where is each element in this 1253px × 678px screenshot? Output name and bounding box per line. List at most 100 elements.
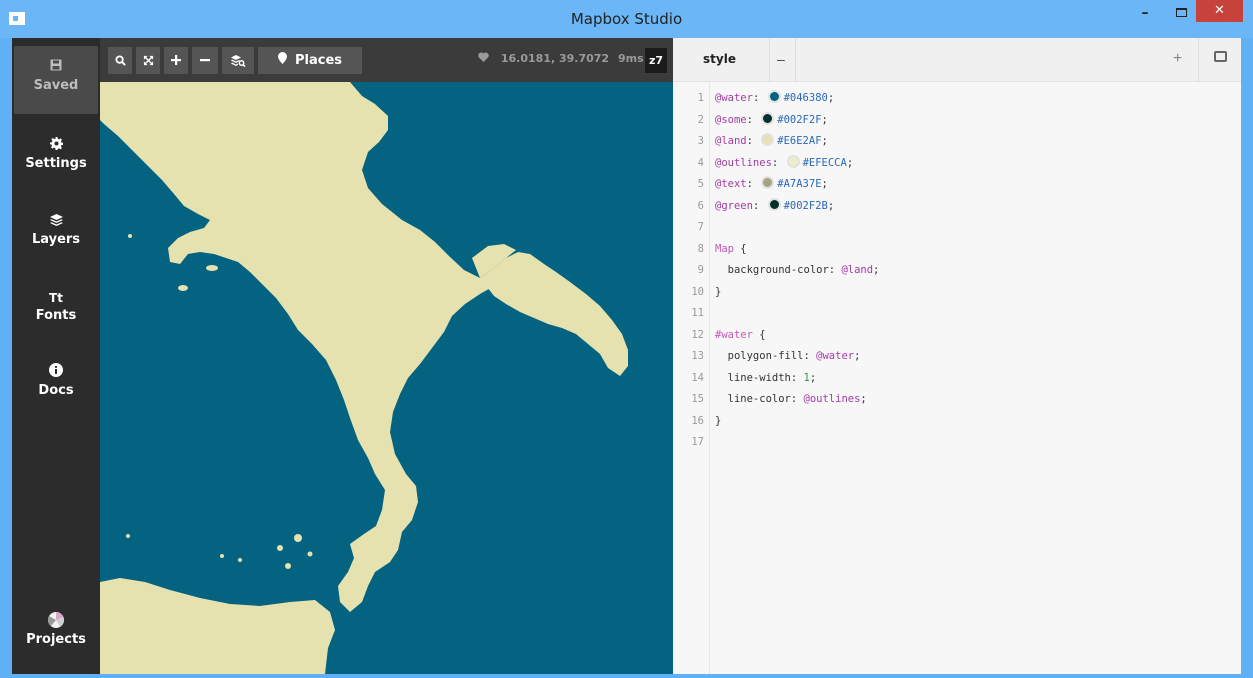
island-ustica — [126, 534, 130, 538]
color-swatch-icon[interactable] — [761, 133, 775, 146]
tab-close-button[interactable]: – — [777, 51, 785, 67]
code-token: } — [715, 414, 722, 427]
code-line[interactable]: 12 #water { — [673, 325, 1241, 347]
sidebar: Saved Settings Layers Tt Fonts Docs Proj… — [12, 38, 100, 674]
line-text: @text: #A7A37E; — [715, 174, 828, 196]
places-button[interactable]: Places — [258, 47, 362, 74]
sidebar-item-label: Saved — [33, 78, 79, 93]
tab-style[interactable]: style — [703, 52, 736, 66]
code-token: ; — [854, 350, 861, 362]
sidebar-item-label: Fonts — [35, 308, 77, 323]
code-line[interactable]: 8 Map { — [673, 239, 1241, 261]
window-border — [0, 674, 1253, 678]
code-token: #EFECCA — [802, 156, 847, 169]
code-token: polygon-fill: — [715, 350, 817, 362]
code-token: background-color: — [715, 264, 842, 276]
line-text: @some: #002F2F; — [715, 110, 828, 132]
search-button[interactable] — [108, 47, 132, 74]
screenshot-icon[interactable] — [1214, 51, 1227, 62]
close-button[interactable]: ✕ — [1196, 0, 1243, 22]
code-line[interactable]: 6 @green: #002F2B; — [673, 196, 1241, 218]
sidebar-item-projects[interactable]: Projects — [14, 600, 98, 672]
map-toolbar: Places 16.0181, 39.7072 9ms z7 — [100, 38, 673, 82]
island-aeolian-2 — [277, 545, 283, 551]
minimize-button[interactable]: – — [1130, 0, 1160, 30]
code-line[interactable]: 14 line-width: 1; — [673, 368, 1241, 390]
code-line[interactable]: 2 @some: #002F2F; — [673, 110, 1241, 132]
tab-divider — [1198, 38, 1199, 82]
code-line[interactable]: 5 @text: #A7A37E; — [673, 174, 1241, 196]
heart-icon[interactable] — [478, 52, 493, 65]
line-text: @outlines: #EFECCA; — [715, 153, 853, 175]
zoom-out-button[interactable] — [192, 47, 218, 74]
color-swatch-icon[interactable] — [767, 197, 781, 211]
line-number: 12 — [691, 328, 704, 341]
line-number: 2 — [697, 113, 704, 126]
sidebar-item-settings[interactable]: Settings — [14, 124, 98, 196]
code-line[interactable]: 3 @land: #E6E2AF; — [673, 131, 1241, 153]
code-token: ; — [821, 135, 828, 147]
code-token: #002F2F — [777, 113, 822, 126]
code-token: : — [752, 199, 766, 212]
map-view[interactable]: Places 16.0181, 39.7072 9ms z7 — [100, 38, 673, 674]
zoom-in-button[interactable] — [164, 47, 188, 74]
code-editor: style – + 1 @water: #046380; 2 @some: #002F… — [673, 38, 1241, 674]
sidebar-item-docs[interactable]: Docs — [14, 351, 98, 423]
island-capri — [178, 285, 188, 291]
code-token: @water — [816, 350, 855, 362]
code-line[interactable]: 4 @outlines: #EFECCA; — [673, 153, 1241, 175]
code-token: #E6E2AF — [777, 135, 822, 147]
line-number: 5 — [697, 178, 704, 190]
title-bar[interactable]: Mapbox Studio – ✕ — [0, 0, 1253, 38]
code-line[interactable]: 7 — [673, 217, 1241, 239]
code-token: line-color: — [715, 393, 804, 405]
code-line[interactable]: 17 — [673, 432, 1241, 454]
layer-inspect-button[interactable] — [222, 47, 254, 74]
code-line[interactable]: 9 background-color: @land; — [673, 260, 1241, 282]
line-number: 10 — [691, 285, 704, 298]
line-number: 1 — [697, 92, 704, 104]
code-line[interactable]: 16} — [673, 411, 1241, 433]
code-token: ; — [860, 393, 867, 405]
line-text: line-width: 1; — [715, 368, 817, 390]
sidebar-item-fonts[interactable]: Tt Fonts — [14, 276, 98, 348]
add-tab-button[interactable]: + — [1173, 50, 1182, 68]
map-canvas[interactable] — [100, 82, 673, 674]
line-text: } — [715, 282, 721, 304]
code-token: #046380 — [783, 92, 828, 104]
color-swatch-icon[interactable] — [786, 154, 800, 168]
island-aeolian-3 — [285, 563, 291, 569]
line-number: 15 — [691, 393, 704, 405]
color-swatch-icon[interactable] — [761, 176, 775, 189]
render-time: 9ms — [618, 52, 644, 65]
line-text: } — [715, 411, 721, 433]
line-text: background-color: @land; — [715, 260, 880, 282]
line-number: 13 — [691, 350, 704, 362]
color-swatch-icon[interactable] — [761, 111, 775, 125]
line-text: Map { — [715, 239, 747, 261]
code-token: @outlines — [803, 393, 861, 405]
gear-icon — [14, 136, 98, 156]
search-icon — [114, 55, 126, 66]
color-swatch-icon[interactable] — [767, 90, 781, 103]
code-token: @some — [715, 113, 747, 126]
code-line[interactable]: 13 polygon-fill: @water; — [673, 346, 1241, 368]
code-line[interactable]: 1 @water: #046380; — [673, 88, 1241, 110]
expand-icon — [143, 55, 153, 66]
code-token: Map — [715, 242, 734, 255]
code-token: ; — [827, 92, 835, 104]
code-content[interactable]: 1 @water: #046380; 2 @some: #002F2F; 3 @land:… — [673, 88, 1241, 454]
line-text: @water: #046380; — [715, 88, 834, 110]
code-token: : — [752, 92, 766, 104]
sidebar-item-label: Projects — [26, 632, 86, 647]
sidebar-item-saved[interactable]: Saved — [14, 46, 98, 114]
code-line[interactable]: 11 — [673, 303, 1241, 325]
sidebar-item-layers[interactable]: Layers — [14, 200, 98, 272]
maximize-button[interactable] — [1166, 0, 1196, 30]
code-line[interactable]: 10} — [673, 282, 1241, 304]
sidebar-item-label: Settings — [25, 156, 87, 171]
code-line[interactable]: 15 line-color: @outlines; — [673, 389, 1241, 411]
layers-icon — [14, 212, 98, 232]
fullscreen-button[interactable] — [136, 47, 160, 74]
island-aeolian-5 — [238, 558, 242, 562]
